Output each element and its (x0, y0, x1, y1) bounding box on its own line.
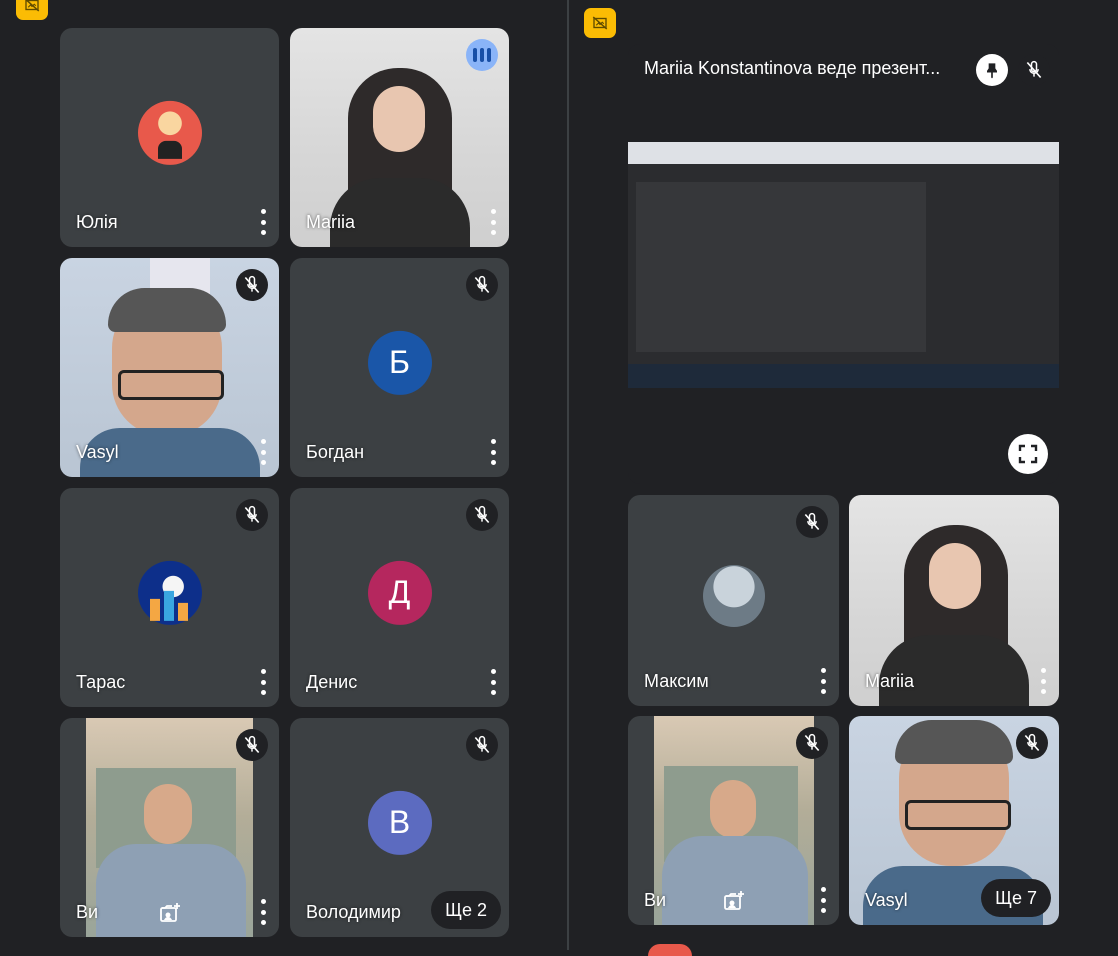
participant-name: Vasyl (865, 890, 908, 910)
participant-name: Mariia (865, 671, 915, 691)
more-vert-icon[interactable] (257, 669, 269, 695)
mic-off-icon (466, 729, 498, 761)
participant-name: Ви (76, 902, 99, 922)
mic-off-icon (236, 499, 268, 531)
mic-off-icon (466, 269, 498, 301)
participant-tile[interactable]: Юлія (60, 28, 279, 247)
mic-off-icon (466, 499, 498, 531)
pin-icon[interactable] (976, 54, 1008, 86)
participant-tile[interactable]: Максим (628, 495, 839, 706)
participant-tile[interactable]: Д Денис (290, 488, 509, 707)
shared-screen (628, 142, 1059, 388)
participant-tile[interactable]: Ви (628, 716, 839, 925)
add-photo-icon[interactable] (158, 901, 182, 925)
participant-tile[interactable]: Тарас (60, 488, 279, 707)
participant-tile[interactable]: Vasyl Ще 7 (849, 716, 1059, 925)
badge-icon (584, 8, 616, 38)
more-participants-button[interactable]: Ще 2 (431, 891, 501, 929)
participant-name: Юлія (76, 212, 118, 232)
avatar (648, 944, 692, 956)
mic-off-icon (796, 727, 828, 759)
avatar: Д (367, 560, 432, 625)
presentation-tile[interactable]: Mariia Konstantinova веде презент... (628, 44, 1059, 484)
avatar (702, 564, 765, 627)
avatar (137, 100, 202, 165)
more-vert-icon[interactable] (257, 439, 269, 465)
participant-name: Денис (306, 672, 358, 692)
participant-tile[interactable]: Ви (60, 718, 279, 937)
participant-name: Володимир (306, 902, 401, 922)
more-vert-icon[interactable] (257, 209, 269, 235)
more-vert-icon[interactable] (817, 668, 829, 694)
mic-off-icon (1016, 727, 1048, 759)
participant-tile[interactable]: В Володимир Ще 2 (290, 718, 509, 937)
participant-tile[interactable]: Mariia (290, 28, 509, 247)
more-vert-icon[interactable] (817, 887, 829, 913)
participant-name: Тарас (76, 672, 126, 692)
avatar: В (367, 790, 432, 855)
participant-name: Богдан (306, 442, 365, 462)
participant-name: Ви (644, 890, 667, 910)
participant-tile[interactable]: Б Богдан (290, 258, 509, 477)
more-vert-icon[interactable] (487, 209, 499, 235)
participant-name: Vasyl (76, 442, 119, 462)
speaking-indicator-icon (466, 39, 498, 71)
mic-off-icon (1018, 54, 1050, 86)
avatar: Б (367, 330, 432, 395)
participant-tile[interactable]: Mariia (849, 495, 1059, 706)
mic-off-icon (236, 269, 268, 301)
presentation-title: Mariia Konstantinova веде презент... (644, 58, 941, 78)
participant-name: Mariia (306, 212, 356, 232)
participant-tile[interactable]: Vasyl (60, 258, 279, 477)
participant-name: Максим (644, 671, 709, 691)
avatar (137, 560, 202, 625)
more-participants-button[interactable]: Ще 7 (981, 879, 1051, 917)
more-vert-icon[interactable] (487, 669, 499, 695)
fullscreen-icon[interactable] (1008, 434, 1048, 474)
panel-divider (567, 0, 569, 950)
more-vert-icon[interactable] (257, 899, 269, 925)
mic-off-icon (236, 729, 268, 761)
add-photo-icon[interactable] (722, 889, 746, 913)
badge-icon (16, 0, 48, 20)
more-vert-icon[interactable] (487, 439, 499, 465)
more-vert-icon[interactable] (1037, 668, 1049, 694)
mic-off-icon (796, 506, 828, 538)
